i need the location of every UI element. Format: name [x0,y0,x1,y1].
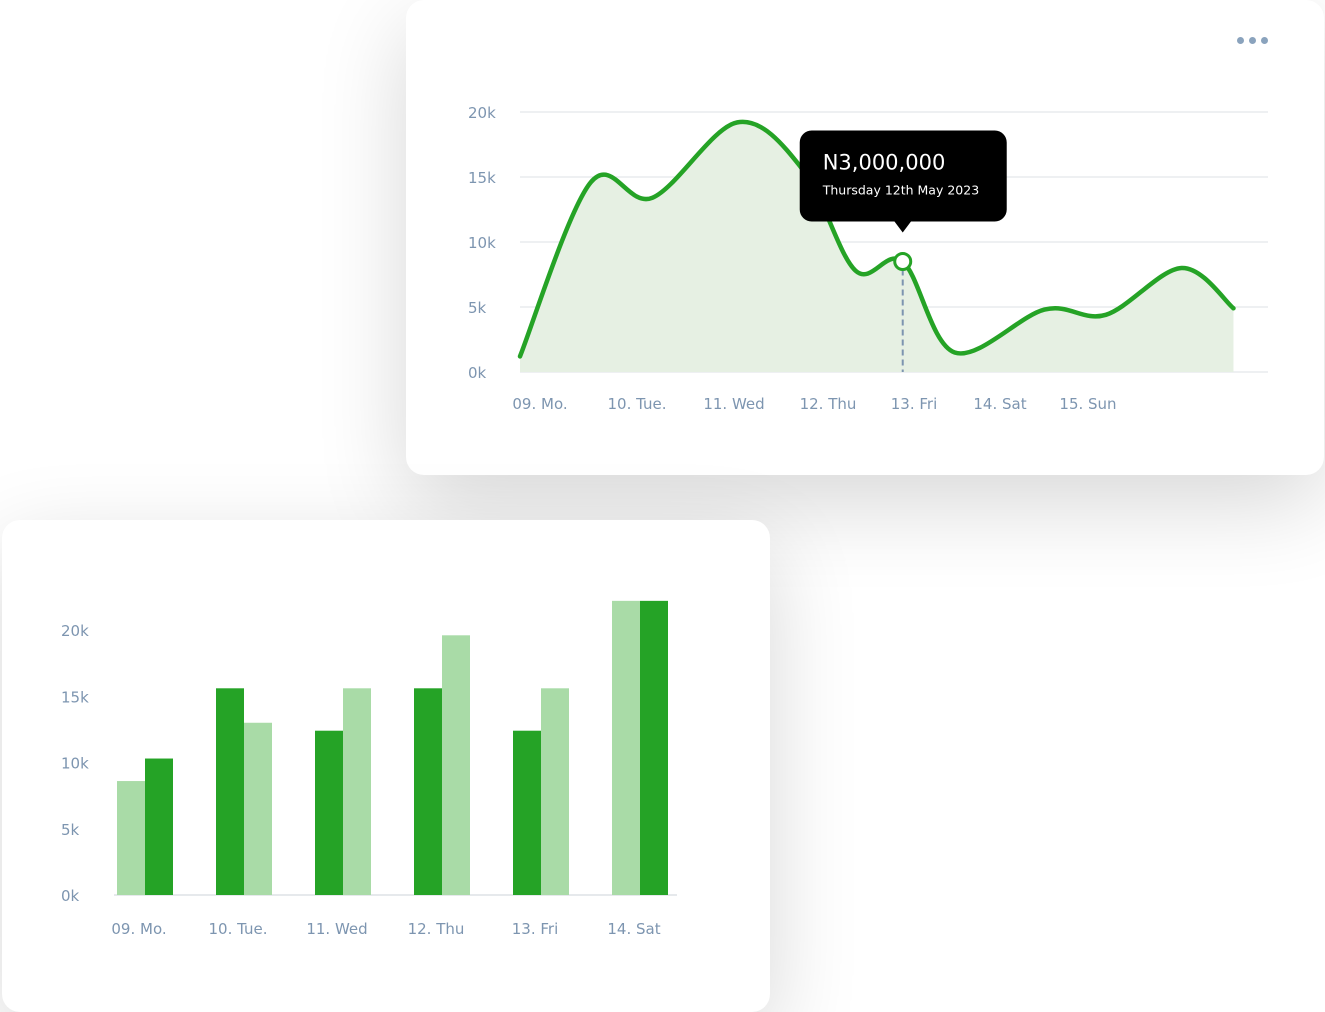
x-tick-label: 14. Sat [973,395,1026,413]
menu-dot [1237,37,1244,44]
x-tick-label: 13. Fri [891,395,938,413]
tooltip-date: Thursday 12th May 2023 [822,183,979,198]
y-tick-label: 0k [468,364,487,382]
y-tick-label: 0k [61,887,80,905]
x-tick-label: 15. Sun [1059,395,1116,413]
area-chart: 20k 15k 10k 5k 0k 09. Mo. 10. Tue. 11. Wed 12. T… [468,104,1268,413]
y-tick-label: 15k [61,688,89,706]
x-tick-label: 10. Tue. [208,920,267,938]
y-tick-label: 5k [468,299,487,317]
x-tick-label: 09. Mo. [111,920,166,938]
tooltip-value: N3,000,000 [823,151,946,175]
bar-chart-card: 20k 15k 10k 5k 0k 09. Mo. 10. Tue. 11. Wed 12. T… [2,520,770,1012]
bar [414,688,442,895]
y-tick-label: 10k [468,234,496,252]
bar [216,688,244,895]
bar-chart: 20k 15k 10k 5k 0k 09. Mo. 10. Tue. 11. Wed 12. T… [61,600,677,938]
bar [541,688,569,895]
x-tick-label: 11. Wed [703,395,764,413]
x-tick-label: 12. Thu [800,395,857,413]
more-dots-icon[interactable] [1237,37,1268,44]
x-tick-label: 09. Mo. [512,395,567,413]
y-tick-label: 20k [468,104,496,122]
tooltip-pointer [893,220,912,233]
tooltip-box [799,130,1007,222]
bar [640,600,668,895]
bar [117,781,145,895]
menu-dot [1261,37,1268,44]
x-tick-label: 13. Fri [512,920,559,938]
dashboard-stage: 20k 15k 10k 5k 0k 09. Mo. 10. Tue. 11. Wed 12. T… [0,0,1325,1012]
bar [442,635,470,895]
x-tick-label: 14. Sat [607,920,660,938]
bar [343,688,371,895]
bar [145,758,173,895]
bar [612,600,640,895]
menu-dot [1249,37,1256,44]
y-tick-label: 20k [61,622,89,640]
bar [244,722,272,895]
bar [513,730,541,895]
x-tick-label: 11. Wed [306,920,367,938]
y-tick-label: 15k [468,169,496,187]
x-tick-label: 12. Thu [408,920,465,938]
y-tick-label: 10k [61,755,89,773]
x-tick-label: 10. Tue. [607,395,666,413]
y-tick-label: 5k [61,821,80,839]
bar [315,730,343,895]
line-chart-card: 20k 15k 10k 5k 0k 09. Mo. 10. Tue. 11. Wed 12. T… [406,0,1324,475]
highlight-point [893,252,913,271]
